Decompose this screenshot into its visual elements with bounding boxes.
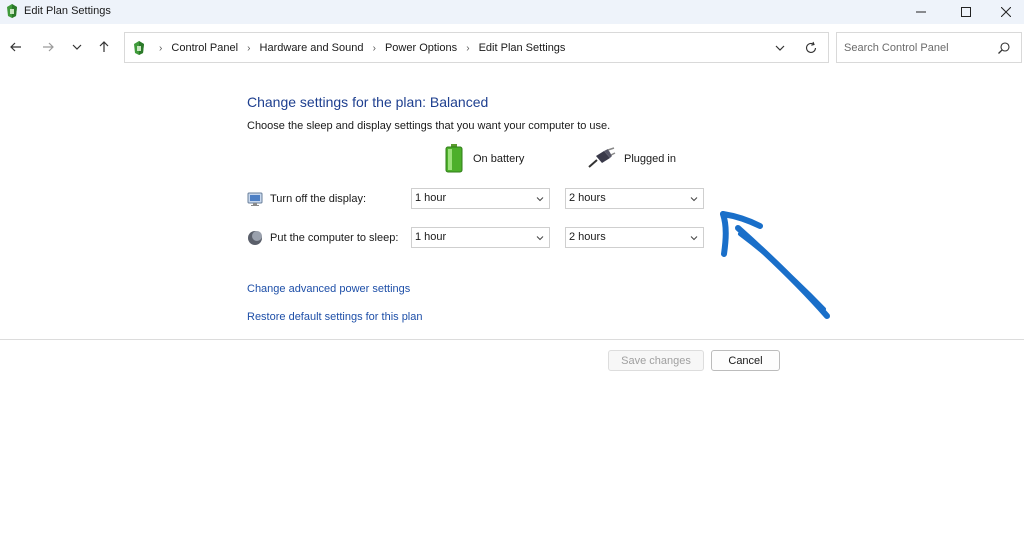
display-plugged-value: 2 hours: [569, 192, 606, 204]
battery-icon: [443, 143, 465, 176]
breadcrumb-edit-plan-settings[interactable]: Edit Plan Settings: [479, 42, 566, 54]
cancel-button[interactable]: Cancel: [711, 350, 780, 371]
sleep-label-text: Put the computer to sleep:: [270, 232, 399, 244]
chevron-down-icon: [690, 197, 698, 202]
breadcrumb-power-options[interactable]: Power Options: [385, 42, 457, 54]
column-label-plugged: Plugged in: [624, 153, 676, 165]
page-description: Choose the sleep and display settings th…: [247, 120, 611, 132]
navigation-bar: › Control Panel › Hardware and Sound › P…: [0, 24, 1024, 70]
recent-locations-button[interactable]: [67, 37, 87, 57]
display-battery-select[interactable]: 1 hour: [411, 188, 550, 209]
restore-defaults-link[interactable]: Restore default settings for this plan: [247, 311, 422, 323]
chevron-right-icon: ›: [247, 43, 251, 54]
sleep-setting-label: Put the computer to sleep:: [247, 229, 398, 247]
address-history-dropdown[interactable]: [773, 41, 787, 55]
chevron-right-icon: ›: [159, 43, 163, 54]
column-label-battery: On battery: [473, 153, 525, 165]
back-button[interactable]: [6, 37, 26, 57]
chevron-right-icon: ›: [372, 43, 376, 54]
footer-divider: [0, 339, 1024, 340]
sleep-battery-select[interactable]: 1 hour: [411, 227, 550, 248]
monitor-icon: [247, 192, 263, 206]
refresh-icon: [805, 41, 817, 53]
minimize-button[interactable]: [898, 0, 944, 24]
up-button[interactable]: [94, 37, 114, 57]
sleep-plugged-value: 2 hours: [569, 231, 606, 243]
power-options-icon: [5, 3, 19, 19]
title-bar: Edit Plan Settings: [0, 0, 1024, 24]
arrow-left-icon: [10, 42, 21, 52]
refresh-button[interactable]: [803, 40, 819, 56]
arrow-up-icon: [99, 41, 109, 52]
search-input[interactable]: [837, 33, 987, 62]
sleep-battery-value: 1 hour: [415, 231, 447, 243]
close-button[interactable]: [988, 0, 1024, 24]
display-setting-label: Turn off the display:: [247, 190, 366, 208]
search-box[interactable]: [836, 32, 1022, 63]
power-plug-icon: [588, 146, 616, 172]
chevron-right-icon: ›: [466, 43, 470, 54]
column-header-battery: On battery: [443, 143, 525, 176]
address-bar[interactable]: › Control Panel › Hardware and Sound › P…: [124, 32, 829, 63]
chevron-down-icon: [536, 197, 544, 202]
chevron-down-icon: [775, 45, 785, 51]
window-title: Edit Plan Settings: [24, 5, 111, 17]
display-plugged-select[interactable]: 2 hours: [565, 188, 704, 209]
annotation-arrow-icon: [720, 211, 830, 319]
chevron-down-icon: [690, 236, 698, 241]
arrow-right-icon: [43, 42, 54, 52]
maximize-button[interactable]: [943, 0, 989, 24]
advanced-power-settings-link[interactable]: Change advanced power settings: [247, 283, 410, 295]
chevron-down-icon: [536, 236, 544, 241]
display-label-text: Turn off the display:: [270, 193, 366, 205]
column-header-plugged: Plugged in: [588, 144, 676, 174]
breadcrumb-hardware-and-sound[interactable]: Hardware and Sound: [260, 42, 364, 54]
sleep-plugged-select[interactable]: 2 hours: [565, 227, 704, 248]
breadcrumb-control-panel[interactable]: Control Panel: [171, 42, 238, 54]
control-panel-icon: [132, 39, 146, 56]
search-icon[interactable]: [997, 41, 1011, 55]
breadcrumb: › Control Panel › Hardware and Sound › P…: [153, 42, 565, 54]
save-changes-button[interactable]: Save changes: [608, 350, 704, 371]
forward-button[interactable]: [38, 37, 58, 57]
display-battery-value: 1 hour: [415, 192, 447, 204]
sleep-moon-icon: [248, 231, 262, 245]
page-title: Change settings for the plan: Balanced: [247, 94, 489, 110]
chevron-down-icon: [72, 44, 82, 50]
